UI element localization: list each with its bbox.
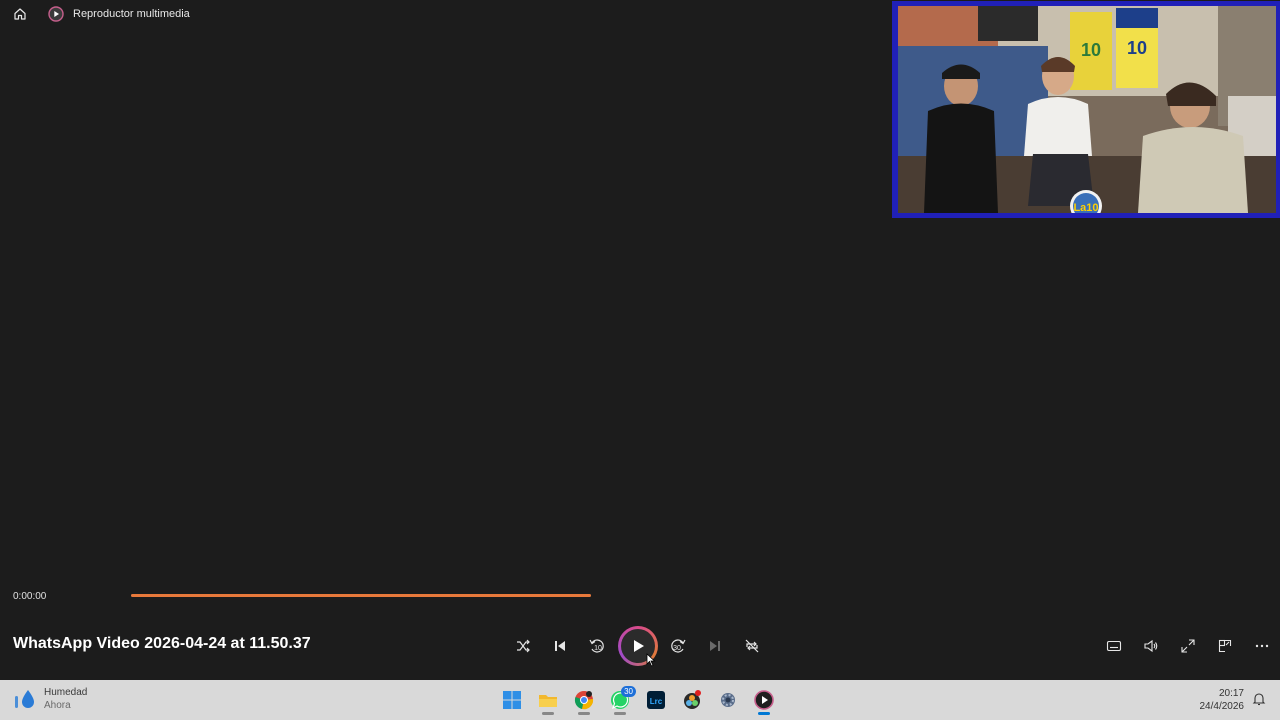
chrome-button[interactable] <box>566 684 602 716</box>
weather-widget[interactable]: Humedad Ahora <box>12 686 87 712</box>
media-player-app-icon <box>48 6 64 22</box>
davinci-icon <box>684 690 701 709</box>
app-title: Reproductor multimedia <box>73 8 190 20</box>
volume-icon <box>1143 639 1157 653</box>
weather-title: Humedad <box>44 687 88 698</box>
miniplayer-icon <box>1218 639 1231 653</box>
davinci-button[interactable] <box>674 684 710 716</box>
humidity-icon <box>15 690 34 708</box>
more-options-button[interactable] <box>1243 628 1280 664</box>
file-explorer-icon <box>539 695 557 707</box>
media-player-taskbar-button[interactable] <box>746 684 782 716</box>
fullscreen-button[interactable] <box>1169 628 1206 664</box>
miniplayer-button[interactable] <box>1206 628 1243 664</box>
mouse-cursor <box>646 653 656 672</box>
notifications-button[interactable] <box>1252 692 1266 711</box>
cursor-icon <box>646 653 656 667</box>
weather-subtitle: Ahora <box>44 700 71 711</box>
rewind-10-button[interactable]: 10 <box>579 628 615 664</box>
start-button[interactable] <box>494 684 530 716</box>
taskbar-apps: 30 Lrc <box>494 684 782 716</box>
lightroom-button[interactable]: Lrc <box>638 684 674 716</box>
lightroom-label: Lrc <box>650 697 663 706</box>
subtitles-icon <box>1106 640 1121 652</box>
picture-in-picture-video[interactable]: 10 10 La10 <box>892 1 1280 218</box>
repeat-icon <box>745 639 759 653</box>
next-icon <box>710 641 720 651</box>
clock-time: 20:17 <box>1218 688 1244 699</box>
clock-date: 24/4/2026 <box>1199 701 1245 712</box>
system-clock[interactable]: 20:17 24/4/2026 <box>1200 687 1245 713</box>
file-explorer-button[interactable] <box>530 684 566 716</box>
whatsapp-unread-badge: 30 <box>621 686 636 697</box>
jersey-number-1: 10 <box>1081 40 1101 60</box>
seek-bar-buffer <box>131 594 591 597</box>
previous-icon <box>555 641 565 651</box>
playback-controls: 10 30 <box>505 626 771 666</box>
forward-30-icon: 30 <box>671 639 686 653</box>
media-player-icon <box>754 690 774 710</box>
forward-seconds-label: 30 <box>673 645 681 652</box>
jersey-number-2: 10 <box>1127 38 1147 58</box>
play-icon <box>634 640 644 652</box>
more-icon <box>1255 644 1268 648</box>
seek-bar[interactable] <box>131 594 591 597</box>
notification-bell-icon <box>1252 693 1266 706</box>
rewind-10-icon: 10 <box>589 639 604 653</box>
shuffle-button[interactable] <box>505 628 541 664</box>
taskbar: Humedad Ahora 30 Lrc 20:17 24/4/2026 <box>0 680 1280 720</box>
repeat-button[interactable] <box>734 628 770 664</box>
media-title: WhatsApp Video 2026-04-24 at 11.50.37 <box>13 635 311 652</box>
settings-icon <box>721 693 735 707</box>
rewind-seconds-label: 10 <box>594 645 602 652</box>
pip-scene-image: 10 10 La10 <box>898 6 1276 213</box>
previous-button[interactable] <box>542 628 578 664</box>
home-icon <box>14 8 26 20</box>
lightroom-icon: Lrc <box>647 691 665 709</box>
title-bar: Reproductor multimedia <box>0 0 890 28</box>
settings-button[interactable] <box>710 684 746 716</box>
secondary-controls <box>1095 627 1280 665</box>
next-button[interactable] <box>697 628 733 664</box>
volume-button[interactable] <box>1132 628 1169 664</box>
pip-logo: La10 <box>1073 202 1098 213</box>
chrome-icon <box>574 691 594 710</box>
shuffle-icon <box>517 639 530 653</box>
pip-video-frame: 10 10 La10 <box>898 6 1276 213</box>
current-time: 0:00:00 <box>13 591 47 602</box>
whatsapp-button[interactable]: 30 <box>602 684 638 716</box>
fullscreen-icon <box>1180 639 1195 653</box>
windows-start-icon <box>503 691 521 709</box>
forward-30-button[interactable]: 30 <box>660 628 696 664</box>
subtitles-button[interactable] <box>1095 628 1132 664</box>
home-button[interactable] <box>0 0 40 28</box>
